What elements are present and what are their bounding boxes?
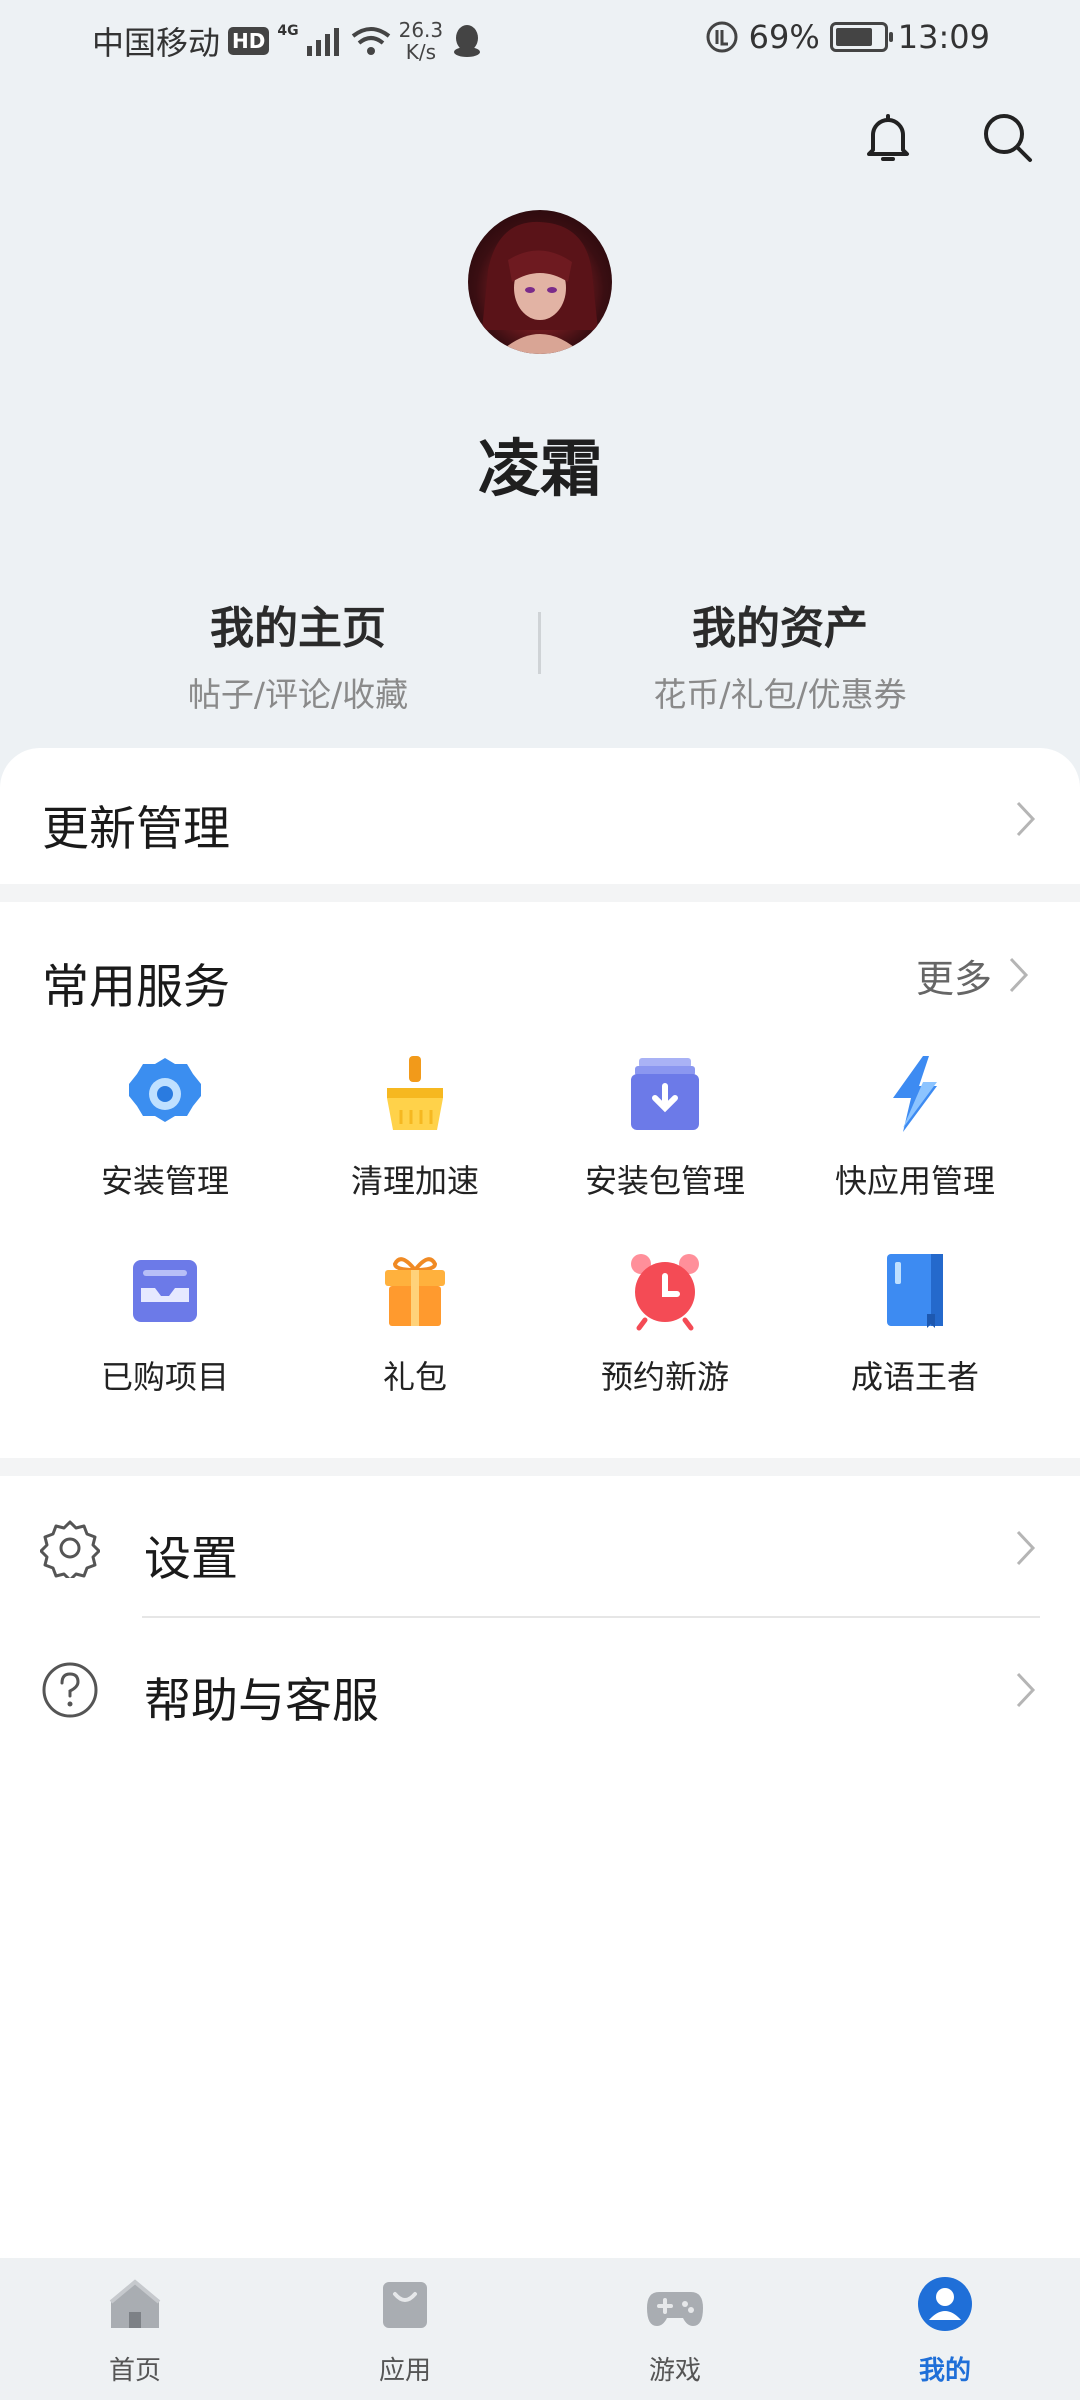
section-gap: [0, 884, 1080, 902]
status-left: 中国移动 HD 4G 26.3 K/s: [92, 18, 483, 64]
more-label: 更多: [915, 957, 992, 1001]
network-speed-unit: K/s: [405, 40, 436, 64]
settings-row[interactable]: 设置: [0, 1476, 1080, 1616]
more-services-button[interactable]: 更多: [915, 948, 1029, 1003]
nav-apps[interactable]: 应用: [335, 2274, 475, 2387]
my-assets-subtitle: 花币/礼包/优惠券: [653, 675, 907, 714]
avatar[interactable]: [468, 210, 612, 354]
service-quick-app-management[interactable]: 快应用管理: [790, 1052, 1040, 1202]
service-label: 安装管理: [100, 1162, 229, 1200]
chevron-right-icon: [1016, 1530, 1036, 1566]
my-assets-button[interactable]: 我的资产 花币/礼包/优惠券: [600, 592, 960, 716]
notification-bell-icon[interactable]: [858, 108, 918, 168]
network-type: 4G: [277, 23, 299, 39]
avatar-illustration: [482, 221, 598, 354]
book-icon: [887, 1254, 943, 1328]
battery-percent: 69%: [748, 18, 820, 56]
gamepad-icon: [647, 2292, 703, 2326]
my-homepage-subtitle: 帖子/评论/收藏: [187, 675, 409, 714]
search-icon[interactable]: [978, 108, 1038, 168]
hd-badge: HD: [228, 27, 270, 55]
signal-icon: [306, 28, 339, 56]
nav-label: 应用: [378, 2356, 431, 2386]
gear-icon: [40, 1520, 100, 1578]
service-package-management[interactable]: 安装包管理: [540, 1052, 790, 1202]
nav-label: 我的: [918, 2356, 971, 2386]
service-purchased-items[interactable]: 已购项目: [40, 1248, 290, 1398]
home-icon: [109, 2279, 161, 2328]
my-homepage-button[interactable]: 我的主页 帖子/评论/收藏: [118, 592, 478, 716]
gear-blue-icon: [129, 1058, 201, 1122]
bottom-navigation: 首页 应用 游戏 我的: [0, 2258, 1080, 2400]
nav-games[interactable]: 游戏: [605, 2274, 745, 2387]
service-label: 已购项目: [100, 1358, 229, 1396]
network-speed-value: 26.3: [398, 18, 444, 42]
package-download-icon: [631, 1058, 699, 1130]
my-homepage-title: 我的主页: [210, 603, 386, 654]
service-label: 清理加速: [350, 1162, 479, 1200]
wifi-icon: [351, 27, 390, 55]
my-assets-title: 我的资产: [692, 603, 868, 654]
service-label: 快应用管理: [834, 1162, 995, 1200]
services-title: 常用服务: [42, 960, 230, 1015]
qq-penguin-icon: [454, 25, 481, 57]
update-management-label: 更新管理: [42, 802, 230, 857]
alarm-clock-icon: [631, 1254, 699, 1331]
update-management-row[interactable]: 更新管理: [0, 748, 1080, 884]
help-question-icon: [42, 1662, 98, 1718]
data-saver-icon: [706, 21, 738, 53]
section-gap: [0, 1458, 1080, 1476]
service-gift-pack[interactable]: 礼包: [290, 1248, 540, 1398]
username: 凌霜: [477, 432, 602, 505]
user-icon: [918, 2277, 972, 2331]
service-install-management[interactable]: 安装管理: [40, 1052, 290, 1202]
help-support-row[interactable]: 帮助与客服: [0, 1618, 1080, 1758]
status-right: 69% 13:09: [705, 18, 990, 56]
network-speed: 26.3 K/s: [399, 19, 444, 63]
service-label: 礼包: [382, 1358, 447, 1396]
chevron-right-icon: [1016, 1672, 1036, 1708]
nav-label: 游戏: [648, 2356, 701, 2386]
service-reserve-new-games[interactable]: 预约新游: [540, 1248, 790, 1398]
purchased-tray-icon: [133, 1260, 197, 1322]
nav-label: 首页: [108, 2356, 161, 2386]
lightning-icon: [893, 1056, 937, 1132]
nav-home[interactable]: 首页: [65, 2274, 205, 2387]
broom-icon: [387, 1056, 443, 1130]
chevron-right-icon: [1009, 957, 1029, 993]
service-idiom-king[interactable]: 成语王者: [790, 1248, 1040, 1398]
bag-icon: [383, 2282, 427, 2328]
chevron-right-icon: [1016, 801, 1036, 837]
clock: 13:09: [897, 18, 990, 56]
carrier-name: 中国移动: [92, 24, 221, 62]
help-support-label: 帮助与客服: [144, 1674, 379, 1729]
service-label: 安装包管理: [584, 1162, 745, 1200]
status-bar: 中国移动 HD 4G 26.3 K/s 69% 13:09: [0, 0, 1080, 78]
settings-label: 设置: [144, 1532, 238, 1587]
battery-level-fill: [835, 28, 872, 46]
gift-icon: [385, 1257, 445, 1326]
service-clean-boost[interactable]: 清理加速: [290, 1052, 540, 1202]
service-label: 成语王者: [850, 1358, 979, 1396]
battery-icon: [829, 22, 893, 52]
nav-me[interactable]: 我的: [875, 2274, 1015, 2387]
service-label: 预约新游: [600, 1358, 729, 1396]
stat-divider: [538, 612, 541, 674]
